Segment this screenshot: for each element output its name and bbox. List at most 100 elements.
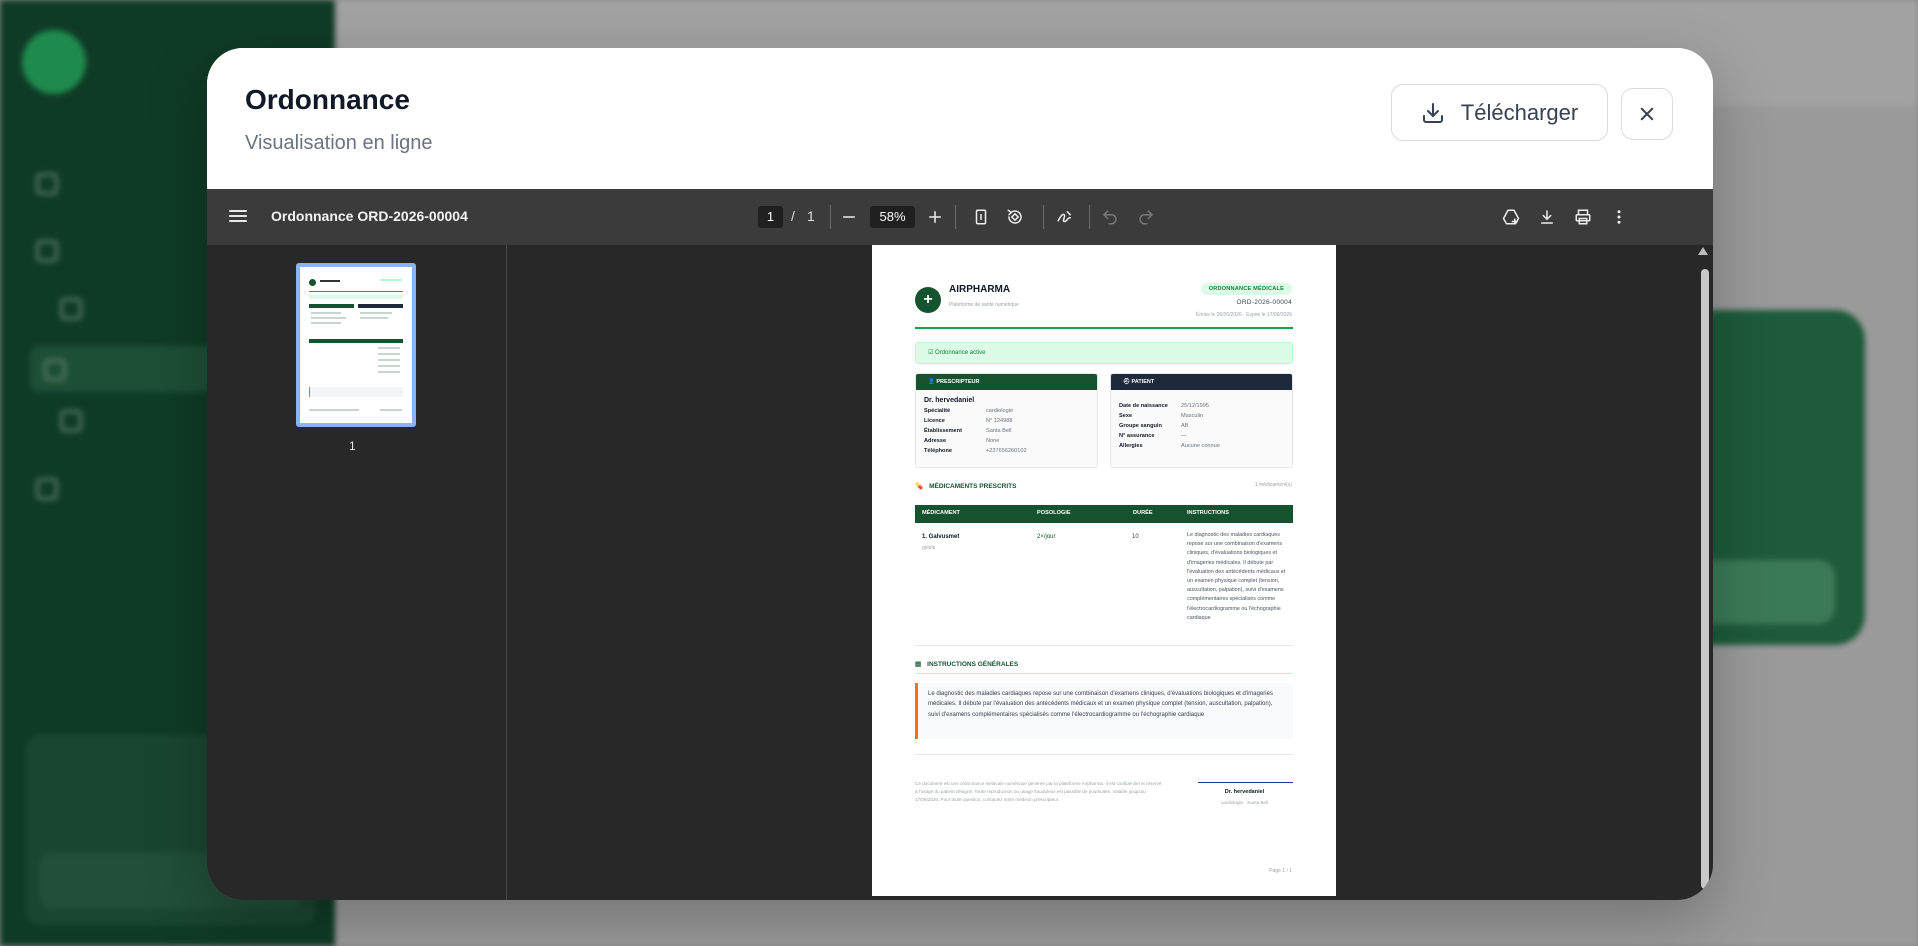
info-label: Téléphone [924, 448, 952, 454]
header-divider [915, 327, 1293, 329]
vertical-scrollbar[interactable] [1698, 245, 1711, 900]
pdf-viewer: Ordonnance ORD-2026-00004 1 / 1 58% 1 + … [207, 189, 1713, 900]
download-icon [1422, 102, 1443, 123]
info-row: Téléphone +237656260102 [924, 446, 1097, 456]
pdf-page-area: + AIRPHARMA Plateforme de santé numériqu… [508, 245, 1713, 900]
info-row: N° assurance — [1119, 431, 1292, 441]
page-total: 1 [807, 208, 815, 224]
more-options-icon[interactable] [1607, 205, 1631, 229]
background-logo [22, 30, 86, 94]
medication-form: gelule [922, 545, 936, 551]
download-button-label: Télécharger [1460, 99, 1579, 125]
info-value: None [986, 438, 1000, 444]
zoom-out-icon[interactable] [837, 205, 861, 229]
info-row: Groupe sanguin AB [1119, 421, 1292, 431]
info-value: Aucune connue [1181, 443, 1220, 449]
info-row: Allergies Aucune connue [1119, 441, 1292, 451]
redo-icon[interactable] [1134, 205, 1158, 229]
patient-header: ⛑ PATIENT [1111, 374, 1292, 390]
info-row: Adresse None [924, 436, 1097, 446]
info-value: Santa Bell [986, 428, 1012, 434]
background-nav-item [36, 237, 76, 263]
fit-page-icon[interactable] [969, 205, 993, 229]
modal-subtitle: Visualisation en ligne [245, 132, 433, 154]
background-nav-item [60, 298, 100, 320]
info-value: Masculin [1181, 413, 1204, 419]
info-value: N° 124988 [986, 418, 1013, 424]
page-number-input[interactable]: 1 [758, 206, 783, 228]
check-icon: ☑ [928, 350, 936, 356]
column-header: DURÉE [1133, 510, 1153, 516]
page-footer-number: Page 1 / 1 [1269, 868, 1292, 874]
medication-instructions: Le diagnostic des maladies cardiaques re… [1187, 532, 1286, 621]
medications-table-header: MÉDICAMENT POSOLOGIE DURÉE INSTRUCTIONS [915, 505, 1293, 523]
prescriber-name: Dr. hervedaniel [924, 397, 975, 404]
pdf-toolbar: Ordonnance ORD-2026-00004 1 / 1 58% [207, 189, 1713, 245]
signature-line [1198, 782, 1293, 783]
medications-section-title: 💊 MÉDICAMENTS PRESCRITS [915, 482, 1017, 491]
thumbnail-page-number: 1 [349, 439, 356, 453]
undo-icon[interactable] [1098, 205, 1122, 229]
footer-divider [915, 754, 1293, 755]
column-header: POSOLOGIE [1037, 510, 1071, 516]
background-nav-item [60, 410, 100, 432]
clipboard-icon: ▤ [915, 661, 922, 668]
doc-dates: Émise le 26/05/2026 · Expire le 17/06/20… [1196, 312, 1292, 318]
status-banner: ☑ Ordonnance active [915, 342, 1293, 364]
general-instructions-title: ▤ INSTRUCTIONS GÉNÉRALES [915, 660, 1019, 669]
modal-title: Ordonnance [245, 84, 410, 115]
scrollbar-thumb[interactable] [1701, 269, 1709, 889]
page-thumbnail[interactable] [296, 263, 416, 427]
close-button[interactable] [1621, 88, 1673, 140]
signature-subtitle: cardiologie · Santa Bell [1220, 800, 1269, 805]
doc-type-badge: ORDONNANCE MÉDICALE [1200, 283, 1292, 295]
pdf-download-icon[interactable] [1535, 205, 1559, 229]
info-value: cardiologie [986, 408, 1014, 414]
draw-annotation-icon[interactable] [1053, 205, 1077, 229]
page-separator: / [791, 208, 795, 224]
prescriber-card: 👤 PRESCRIPTEUR Dr. hervedaniel Spécialit… [915, 373, 1098, 468]
background-nav-item [36, 170, 76, 196]
info-label: Groupe sanguin [1119, 423, 1162, 429]
prescription-modal: Ordonnance Visualisation en ligne Téléch… [207, 48, 1713, 900]
column-header: INSTRUCTIONS [1187, 510, 1229, 516]
info-row: Sexe Masculin [1119, 411, 1292, 421]
prescriber-header: 👤 PRESCRIPTEUR [916, 374, 1097, 390]
info-row: Établissement Santa Bell [924, 426, 1097, 436]
zoom-in-icon[interactable] [923, 205, 947, 229]
legal-footer: Ce document est une ordonnance médicale … [915, 781, 1162, 802]
info-label: Adresse [924, 438, 947, 444]
zoom-level-input[interactable]: 58% [870, 206, 915, 228]
info-value: — [1181, 433, 1187, 439]
general-instructions-text: Le diagnostic des maladies cardiaques re… [915, 683, 1293, 739]
table-divider [915, 645, 1293, 646]
add-to-drive-icon[interactable] [1499, 205, 1523, 229]
info-value: AB [1181, 423, 1189, 429]
section-divider [915, 673, 1293, 674]
pdf-page: + AIRPHARMA Plateforme de santé numériqu… [872, 245, 1336, 896]
medications-count: 1 médicament(s) [1254, 482, 1292, 488]
close-icon [1640, 107, 1654, 121]
info-label: Allergies [1119, 443, 1143, 449]
status-text: Ordonnance active [935, 350, 986, 356]
info-label: Date de naissance [1119, 403, 1168, 409]
info-label: Spécialité [924, 408, 951, 414]
patient-icon: ⛑ [1123, 379, 1132, 385]
background-nav-item [36, 475, 76, 501]
pill-icon: 💊 [915, 483, 924, 490]
pdf-document-title: Ordonnance ORD-2026-00004 [271, 208, 468, 224]
thumbnail-sidebar: 1 [207, 245, 507, 900]
print-icon[interactable] [1571, 205, 1595, 229]
scroll-up-arrow-icon[interactable] [1698, 247, 1708, 255]
info-row: Spécialité cardiologie [924, 406, 1097, 416]
toolbar-divider [1043, 205, 1044, 229]
toolbar-divider [955, 205, 956, 229]
rotate-icon[interactable] [1003, 205, 1027, 229]
toolbar-divider [830, 205, 831, 229]
info-label: N° assurance [1119, 433, 1155, 439]
brand-logo-icon: + [915, 287, 941, 313]
signature-name: Dr. hervedaniel [1224, 789, 1265, 795]
doc-brand-subtitle: Plateforme de santé numérique [949, 302, 1019, 308]
sidebar-toggle-menu-icon[interactable] [229, 207, 247, 227]
download-button[interactable]: Télécharger [1391, 84, 1608, 141]
